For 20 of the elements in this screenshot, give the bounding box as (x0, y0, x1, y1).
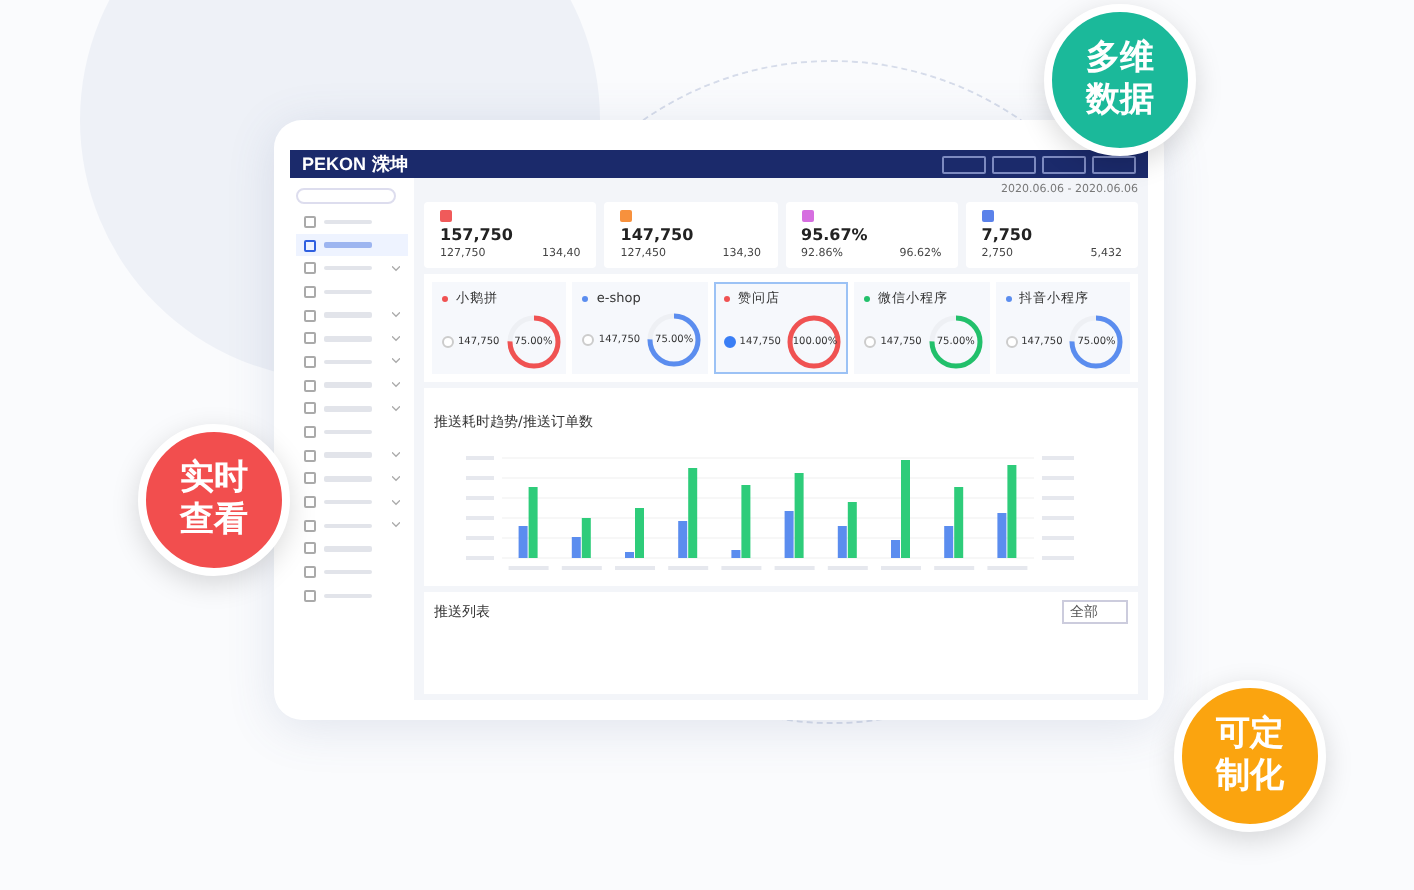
feature-badge: 多维数据 (1044, 4, 1196, 156)
feature-badge: 可定制化 (1174, 680, 1326, 832)
nav-button[interactable] (992, 155, 1036, 173)
search-field[interactable] (296, 188, 396, 204)
logo-text: 溁坤 (372, 151, 409, 177)
radio-button[interactable] (864, 336, 877, 348)
nav-button[interactable] (942, 155, 986, 173)
stat-value: 157,750 (440, 226, 515, 244)
radio-button[interactable] (1005, 336, 1018, 348)
stat-value: 7,750 (981, 226, 1035, 244)
axis-label-drawing (1042, 456, 1074, 560)
axis-label-drawing (466, 456, 494, 560)
stat-value: 147,750 (620, 226, 696, 244)
sidebar-item[interactable] (296, 233, 408, 257)
stat-value: 95.67% (801, 226, 870, 244)
logo: PEKON (302, 154, 367, 174)
radio-button[interactable] (582, 334, 595, 346)
radio-button[interactable] (442, 336, 454, 348)
radio-button[interactable] (723, 336, 736, 348)
nav-button[interactable] (1042, 155, 1086, 173)
